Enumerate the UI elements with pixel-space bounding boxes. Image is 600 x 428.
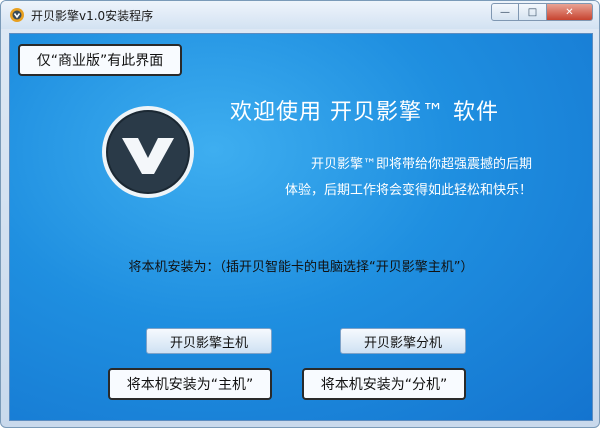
description-line-1: 开贝影擎™即将带给你超强震撼的后期 [310,157,532,172]
install-role-prompt: 将本机安装为：（插开贝智能卡的电脑选择“开贝影擎主机”） [128,260,474,275]
install-as-host-button[interactable]: 开贝影擎主机 [146,328,272,354]
minimize-icon: — [500,6,510,18]
title-bar[interactable]: 开贝影擎v1.0安装程序 — □ ✕ [1,1,599,29]
install-as-slave-button[interactable]: 开贝影擎分机 [340,328,466,354]
minimize-button[interactable]: — [491,3,519,21]
window-title: 开贝影擎v1.0安装程序 [31,9,154,23]
window-controls: — □ ✕ [491,3,593,21]
maximize-button[interactable]: □ [519,3,547,21]
kaibei-logo-icon [102,106,194,198]
host-hint-text: 将本机安装为“主机” [126,377,254,393]
slave-hint-text: 将本机安装为“分机” [320,377,448,393]
commercial-callout-text: 仅“商业版”有此界面 [36,53,164,69]
welcome-heading: 欢迎使用 开贝影擎™ 软件 [230,100,499,125]
product-description: 开贝影擎™即将带给你超强震撼的后期 体验，后期工作将会变得如此轻松和快乐！ [220,152,532,204]
installer-window: 开贝影擎v1.0安装程序 — □ ✕ 仅“商业版”有此界面 欢迎使用 开贝影擎™… [0,0,600,428]
installer-content-panel: 仅“商业版”有此界面 欢迎使用 开贝影擎™ 软件 开贝影擎™即将带给你超强震撼的… [9,33,593,421]
app-icon [10,8,24,22]
slave-hint-callout: 将本机安装为“分机” [302,368,466,400]
close-icon: ✕ [565,6,574,18]
commercial-version-callout: 仅“商业版”有此界面 [18,44,182,76]
description-line-2: 体验，后期工作将会变得如此轻松和快乐！ [284,183,532,198]
close-button[interactable]: ✕ [547,3,593,21]
host-hint-callout: 将本机安装为“主机” [108,368,272,400]
maximize-icon: □ [527,6,538,18]
